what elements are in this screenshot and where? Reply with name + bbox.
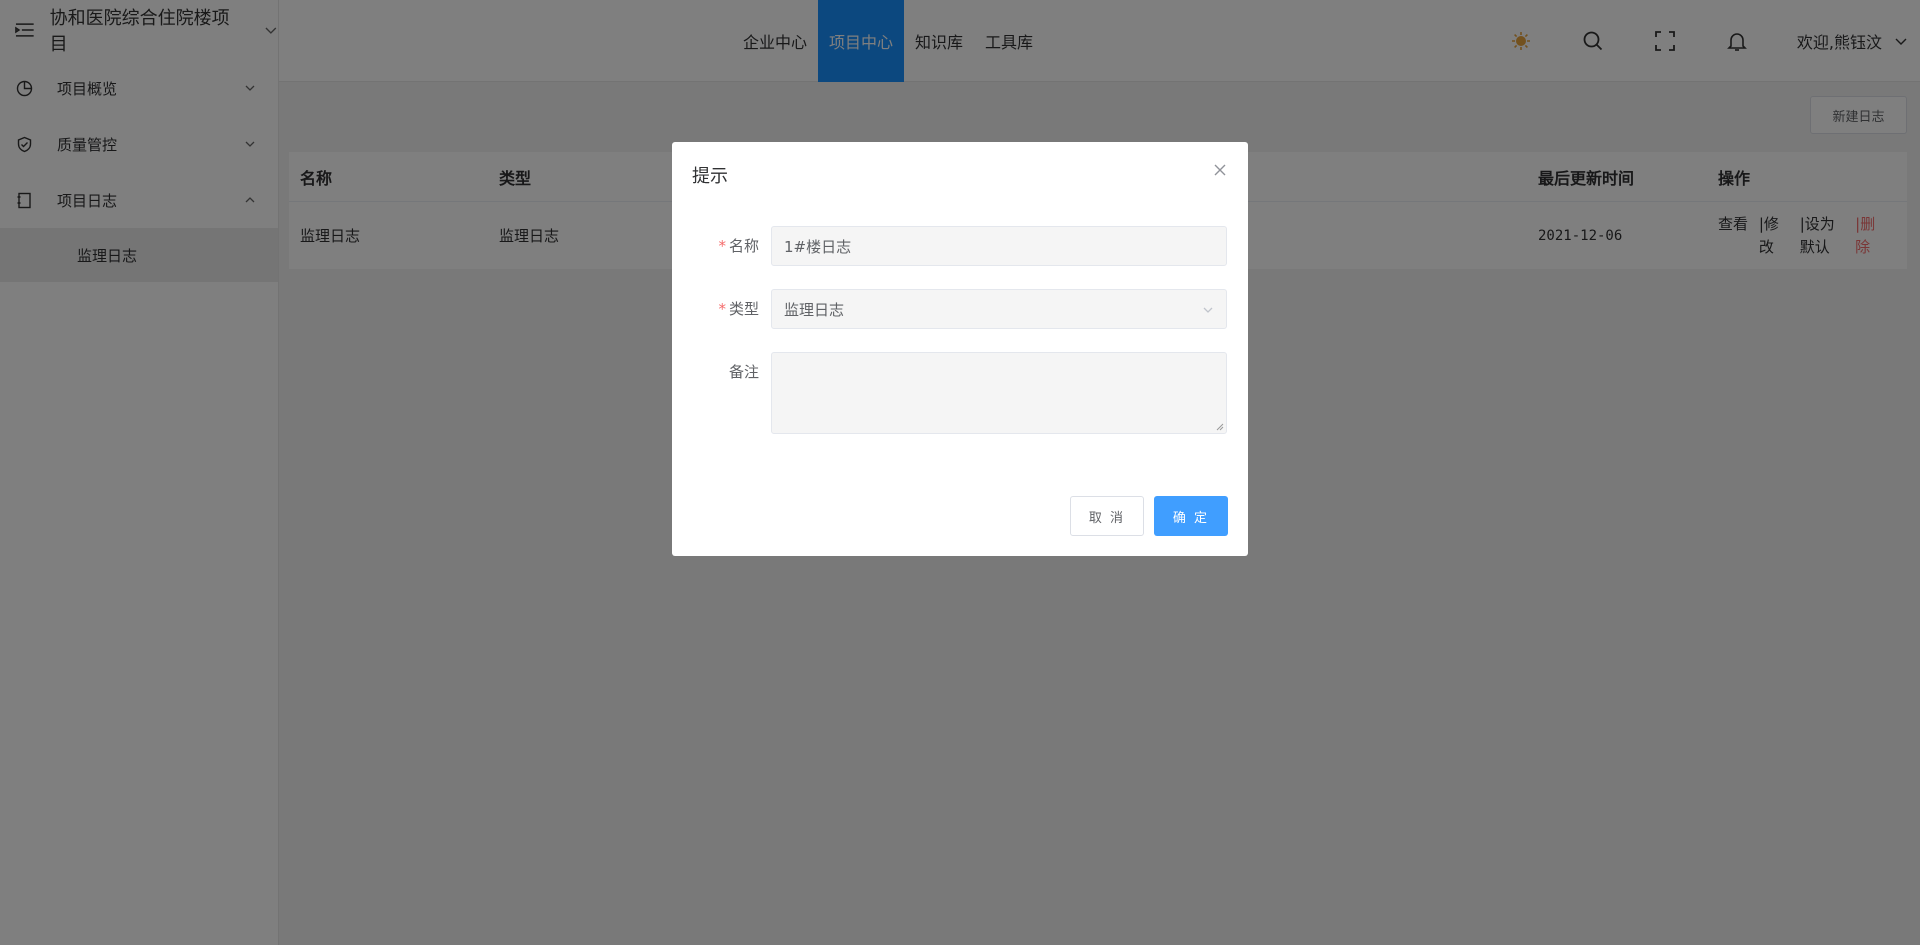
form-row-type: * 类型 监理日志 [672,289,1248,329]
resize-handle-icon[interactable] [1214,421,1224,431]
remark-label: 备注 [728,363,759,381]
form-row-name: * 名称 1#楼日志 [672,226,1248,266]
confirm-button[interactable]: 确 定 [1154,496,1228,536]
type-label: * 类型 [672,289,771,329]
select-value: 监理日志 [784,300,845,319]
name-input[interactable]: 1#楼日志 [771,226,1227,266]
label-text: 名称 [728,237,759,255]
type-select[interactable]: 监理日志 [771,289,1227,329]
input-value: 1#楼日志 [784,237,852,256]
dialog: 提示 * 名称 1#楼日志 * 类型 监理日志 备注 取 消 确 定 [672,142,1248,556]
remark-textarea[interactable] [771,352,1227,434]
dialog-title: 提示 [692,166,728,187]
required-mark: * [718,237,726,255]
form-row-remark: 备注 [672,352,1248,434]
label-text: 类型 [728,300,759,318]
chevron-down-icon [1203,307,1213,313]
required-mark: * [718,300,726,318]
close-icon[interactable] [1212,162,1228,178]
name-label: * 名称 [672,226,771,266]
cancel-button[interactable]: 取 消 [1070,496,1144,536]
